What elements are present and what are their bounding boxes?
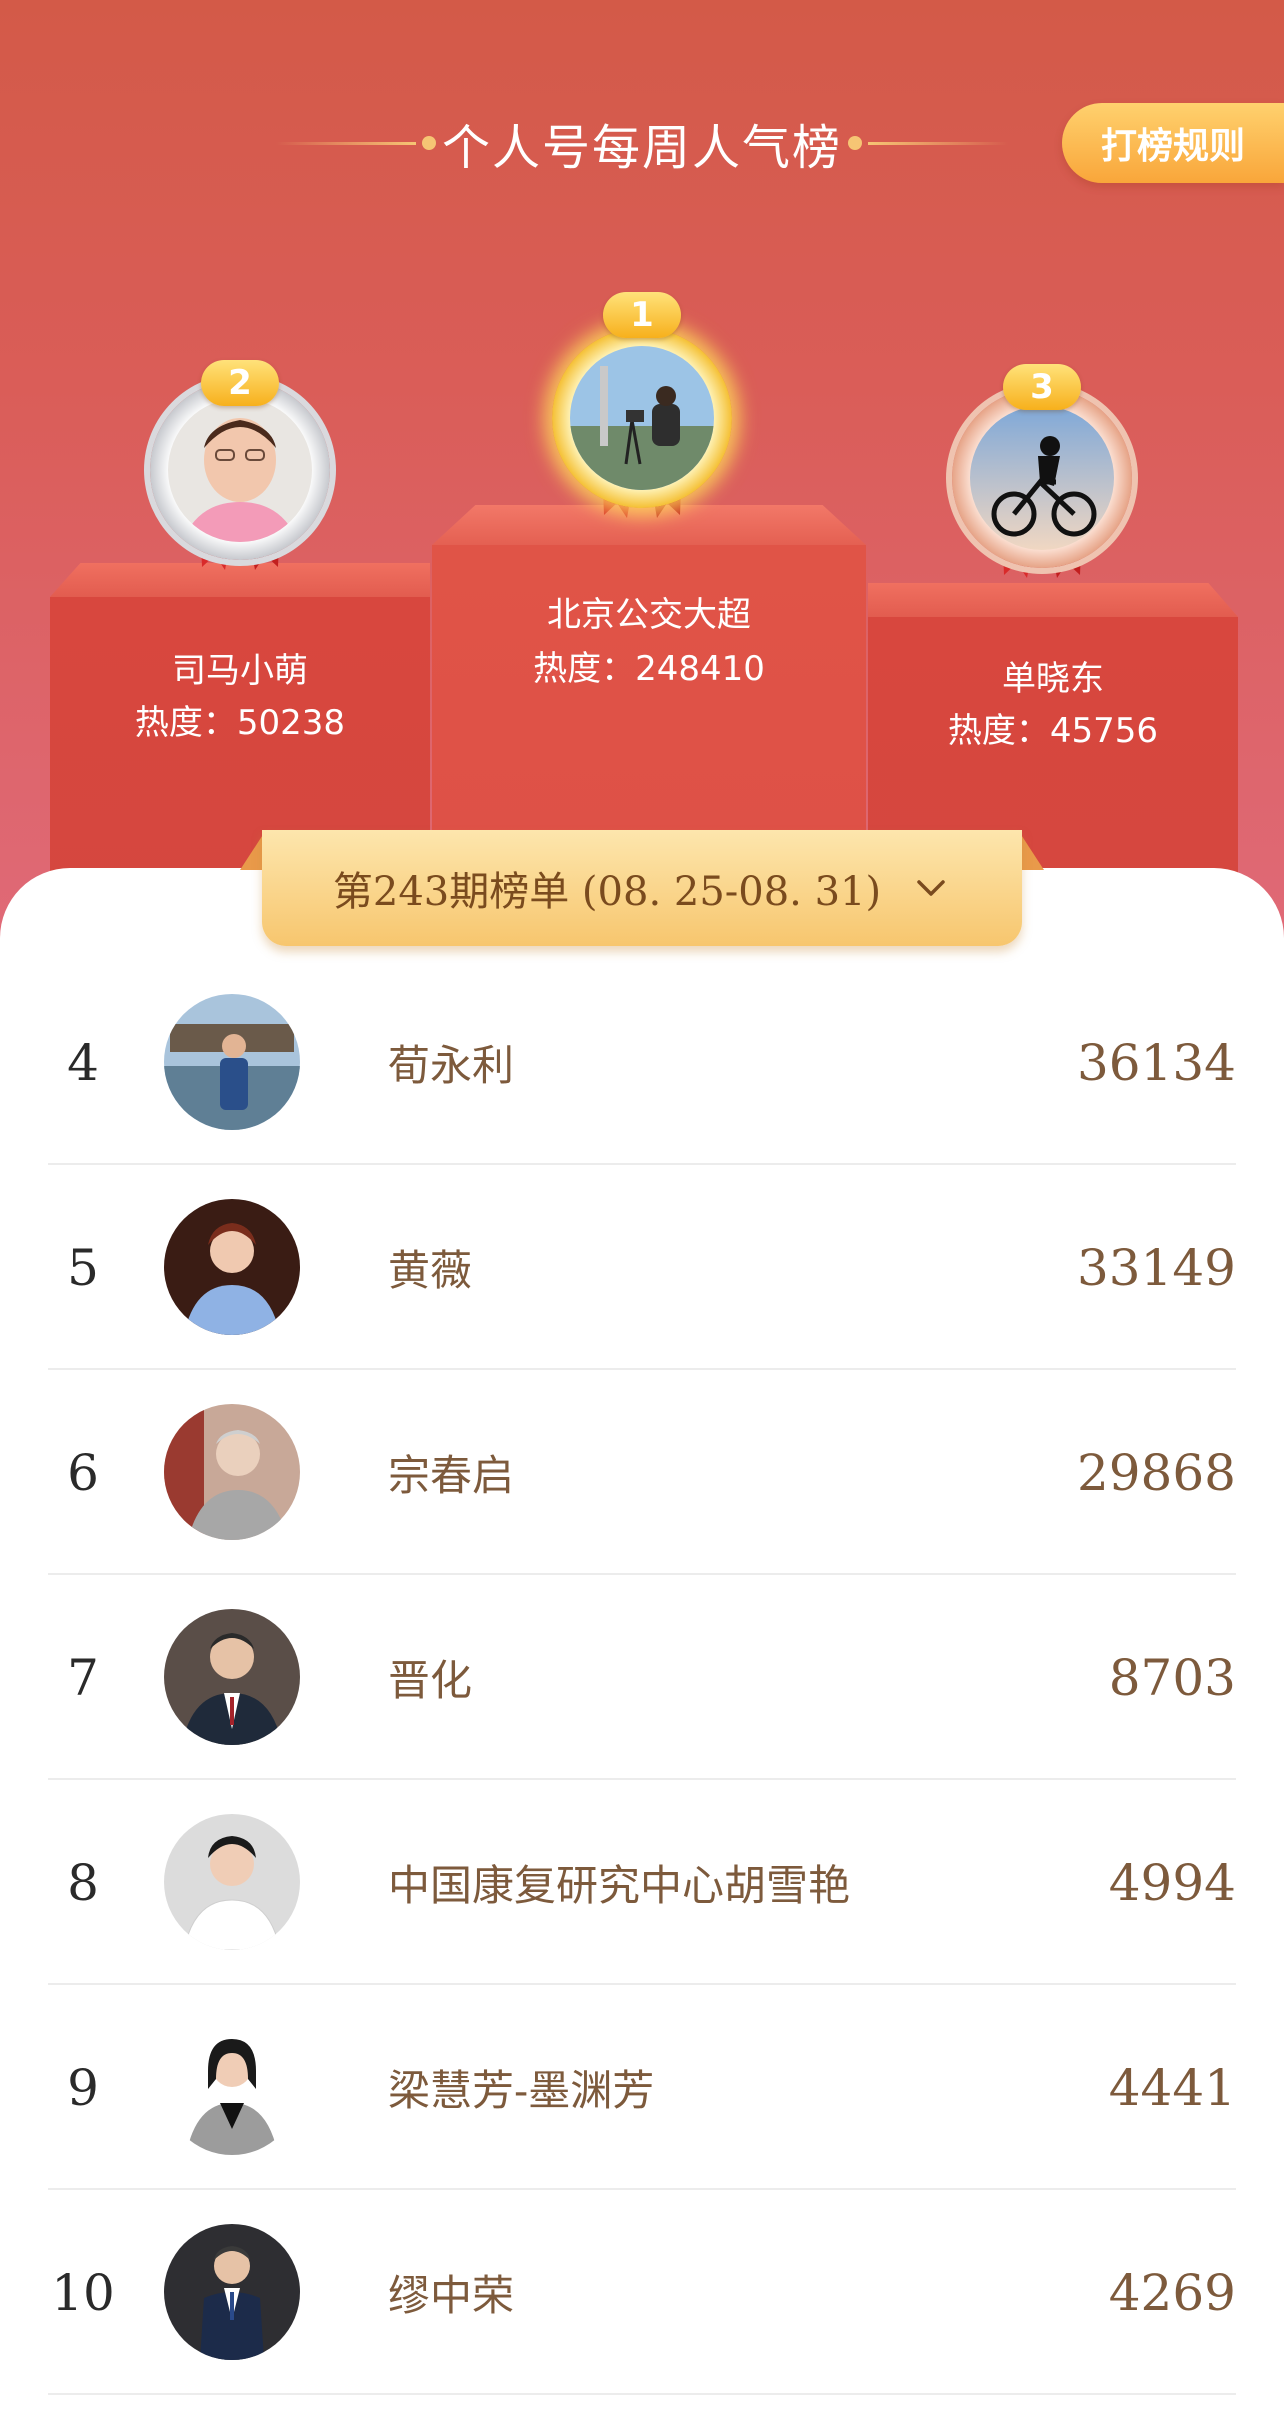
podium-heat: 热度：248410 [533,649,765,689]
ranking-list: 4 荀永利 36134 5 黄薇 33149 6 宗春启 29868 7 晋化 … [48,960,1236,2395]
rank-number: 6 [67,1443,99,1502]
avatar-medal-first[interactable]: 1 [552,292,732,518]
rank-number: 7 [67,1648,99,1707]
chevron-down-icon [917,880,945,896]
podium-name[interactable]: 北京公交大超 [432,587,866,636]
avatar-medal-third[interactable]: 3 [952,364,1132,578]
avatar [164,994,300,1130]
avatar [164,1404,300,1540]
podium-heat: 热度：45756 [947,711,1159,751]
user-name: 晋化 [388,1656,473,1705]
heat-score: 4269 [1108,2263,1236,2322]
heat-score: 8703 [1108,1648,1236,1707]
user-name: 梁慧芳-墨渊芳 [388,2066,655,2115]
rank-number: 8 [67,1853,99,1912]
heat-score: 4441 [1108,2058,1236,2117]
user-name: 中国康复研究中心胡雪艳 [388,1861,851,1910]
heat-score: 29868 [1076,1443,1236,1502]
rank-badge: 2 [201,360,279,406]
user-name: 宗春启 [388,1451,515,1500]
title-dot-left [421,136,436,150]
page-title: 个人号每周人气榜 [441,120,842,176]
rank-number: 9 [67,2058,99,2117]
avatar [570,346,714,490]
list-item[interactable]: 5 黄薇 33149 [48,1165,1236,1370]
list-item[interactable]: 4 荀永利 36134 [48,960,1236,1165]
list-item[interactable]: 8 中国康复研究中心胡雪艳 4994 [48,1780,1236,1985]
rank-number: 5 [67,1238,99,1297]
heat-score: 4994 [1108,1853,1236,1912]
hero-banner: 个人号每周人气榜 打榜规则 司马小萌 热度：50238 单晓东 热度：45756… [0,0,1284,960]
rank-number: 10 [51,2263,115,2322]
heat-score: 36134 [1076,1033,1236,1092]
list-item[interactable]: 6 宗春启 29868 [48,1370,1236,1575]
user-name: 缪中荣 [388,2271,515,2320]
avatar [164,1609,300,1745]
user-name: 荀永利 [388,1041,515,1090]
avatar [164,2019,300,2155]
rank-badge: 3 [1003,364,1081,410]
rank-number: 4 [67,1033,99,1092]
period-selector[interactable]: 第243期榜单 (08. 25-08. 31) [262,830,1022,946]
heat-score: 33149 [1076,1238,1236,1297]
avatar [164,2224,300,2360]
rank-badge: 1 [603,292,681,338]
avatar [168,398,312,542]
user-name: 黄薇 [388,1246,473,1295]
rules-button[interactable]: 打榜规则 [1062,103,1284,183]
title-dot-right [848,136,862,150]
podium-heat: 热度：50238 [134,703,346,743]
podium-name[interactable]: 单晓东 [868,651,1238,700]
title-line-left [275,141,416,145]
podium-top [868,583,1238,617]
podium-name[interactable]: 司马小萌 [50,643,430,692]
avatar [970,406,1114,550]
title-line-right [868,141,1008,145]
list-item[interactable]: 7 晋化 8703 [48,1575,1236,1780]
avatar-medal-second[interactable]: 2 [150,360,330,570]
list-item[interactable]: 9 梁慧芳-墨渊芳 4441 [48,1985,1236,2190]
period-label: 第243期榜单 (08. 25-08. 31) [332,869,882,915]
list-item[interactable]: 10 缪中荣 4269 [48,2190,1236,2395]
avatar [164,1199,300,1335]
avatar [164,1814,300,1950]
